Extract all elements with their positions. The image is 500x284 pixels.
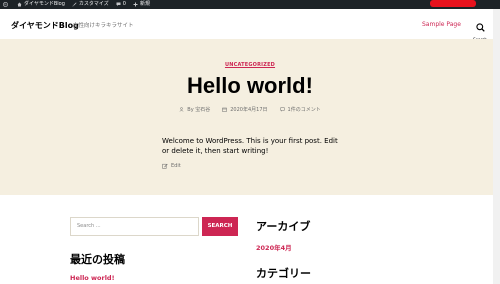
comment-bubble-icon (116, 2, 121, 6)
search-input[interactable]: Search ... (70, 217, 199, 236)
admin-bar-customize-label: カスタマイズ (78, 1, 109, 7)
user-icon (179, 107, 184, 112)
plus-icon (133, 2, 138, 7)
recent-post-link[interactable]: Hello world! (70, 274, 115, 282)
admin-bar: W ダイヤモンドBlog カスタマイズ 0 新規 (0, 0, 500, 9)
home-icon (17, 2, 22, 7)
site-title[interactable]: ダイヤモンドBlog (11, 20, 79, 31)
post-date[interactable]: 2020年4月17日 (222, 106, 268, 113)
archives-heading: アーカイブ (256, 220, 311, 233)
post-author-label: By 宝石谷 (187, 107, 211, 113)
admin-bar-site-name[interactable]: ダイヤモンドBlog (17, 0, 65, 9)
brush-icon (72, 2, 77, 7)
site-description: 女性向けキラキラサイト (73, 23, 134, 29)
post-header-area: UNCATEGORIZED Hello world! By 宝石谷 2020年4… (0, 39, 500, 195)
wordpress-logo-menu[interactable]: W (3, 2, 10, 7)
scrollbar[interactable] (493, 9, 500, 284)
post-edit-link[interactable]: Edit (162, 163, 181, 169)
comment-icon (279, 107, 285, 112)
recent-posts-heading: 最近の投稿 (70, 253, 125, 266)
categories-heading: カテゴリー (256, 267, 311, 280)
post-comments-link[interactable]: 1件のコメント (279, 106, 321, 113)
post-content: Welcome to WordPress. This is your first… (162, 137, 338, 155)
calendar-icon (222, 107, 227, 112)
admin-bar-customize[interactable]: カスタマイズ (72, 0, 109, 9)
admin-bar-comments[interactable]: 0 (116, 0, 126, 9)
post-author[interactable]: By 宝石谷 (179, 106, 210, 113)
post-edit-label: Edit (171, 163, 181, 169)
post-meta: By 宝石谷 2020年4月17日 1件のコメント (0, 106, 500, 113)
archive-link[interactable]: 2020年4月 (256, 242, 292, 252)
search-toggle-button[interactable]: Search (470, 17, 490, 42)
nav-link-sample-page[interactable]: Sample Page (422, 21, 461, 28)
edit-pencil-icon (162, 163, 168, 169)
post-title[interactable]: Hello world! (0, 73, 500, 99)
admin-bar-new[interactable]: 新規 (133, 0, 150, 9)
redacted-user-account[interactable] (430, 0, 476, 7)
post-date-label: 2020年4月17日 (230, 107, 268, 113)
post-category-link[interactable]: UNCATEGORIZED (0, 62, 500, 68)
wordpress-icon: W (3, 2, 8, 7)
admin-bar-new-label: 新規 (139, 1, 150, 7)
search-submit-button[interactable]: SEARCH (202, 217, 238, 236)
post-comments-label: 1件のコメント (287, 107, 321, 113)
site-header: ダイヤモンドBlog 女性向けキラキラサイト Sample Page Searc… (0, 9, 500, 42)
admin-bar-site-name-label: ダイヤモンドBlog (24, 1, 65, 7)
admin-bar-comments-count: 0 (122, 1, 126, 7)
search-icon (475, 23, 485, 32)
widget-search-form: Search ... SEARCH (70, 217, 238, 236)
